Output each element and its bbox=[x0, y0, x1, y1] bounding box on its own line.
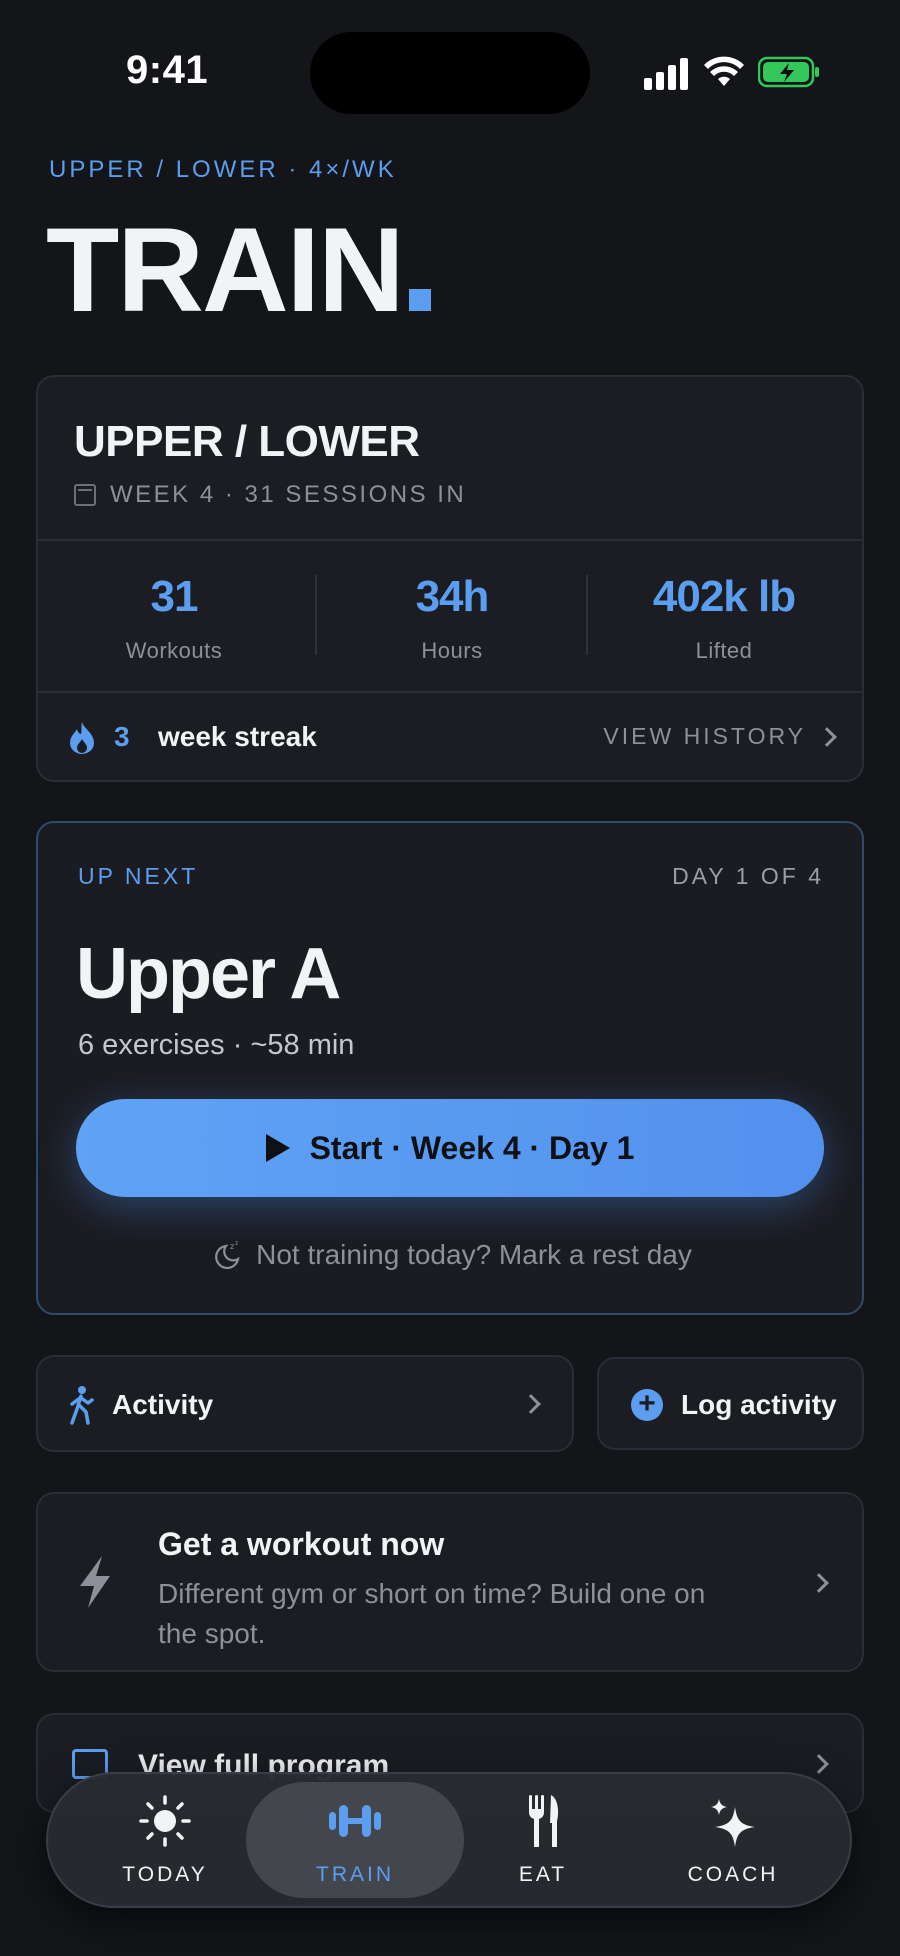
program-meta: WEEK 4 · 31 SESSIONS IN bbox=[74, 481, 466, 509]
program-name: UPPER / LOWER bbox=[74, 417, 420, 466]
cellular-signal-icon bbox=[644, 58, 688, 90]
stat-label: Workouts bbox=[125, 638, 223, 663]
day-progress: DAY 1 OF 4 bbox=[672, 863, 824, 889]
tab-label: TODAY bbox=[122, 1863, 208, 1886]
start-workout-button[interactable]: Start · Week 4 · Day 1 bbox=[76, 1099, 824, 1197]
view-history-label: VIEW HISTORY bbox=[603, 723, 806, 749]
calendar-icon bbox=[74, 484, 96, 506]
page-title: TRAIN bbox=[46, 210, 431, 330]
walking-person-icon bbox=[70, 1386, 94, 1425]
streak-label: week streak bbox=[158, 721, 317, 752]
streak-count: 3 bbox=[114, 721, 130, 752]
battery-charging-icon bbox=[758, 56, 819, 88]
tab-label: TRAIN bbox=[316, 1863, 394, 1886]
log-activity-label: Log activity bbox=[681, 1389, 837, 1420]
program-summary-card: UPPER / LOWER WEEK 4 · 31 SESSIONS IN 31… bbox=[36, 375, 864, 782]
stat-value: 31 bbox=[150, 572, 199, 621]
program-eyebrow: UPPER / LOWER · 4×/WK bbox=[49, 156, 397, 183]
stat-workouts: 31 Workouts bbox=[38, 572, 310, 664]
get-workout-description: Different gym or short on time? Build on… bbox=[158, 1578, 706, 1649]
play-icon bbox=[265, 1134, 290, 1162]
streak-row[interactable]: 3 week streak VIEW HISTORY bbox=[38, 693, 862, 780]
moon-sleep-icon: z z bbox=[215, 1240, 240, 1269]
start-workout-label: Start · Week 4 · Day 1 bbox=[309, 1129, 635, 1166]
plus-circle-icon: + bbox=[631, 1389, 663, 1421]
chevron-right-icon bbox=[809, 1754, 829, 1774]
program-meta-text: WEEK 4 · 31 SESSIONS IN bbox=[110, 481, 467, 508]
svg-text:z: z bbox=[235, 1240, 238, 1247]
tab-today[interactable]: TODAY bbox=[70, 1782, 260, 1898]
page-title-text: TRAIN bbox=[46, 203, 405, 337]
tab-coach[interactable]: COACH bbox=[638, 1782, 828, 1898]
stat-label: Hours bbox=[421, 638, 483, 663]
sun-icon bbox=[139, 1795, 191, 1847]
title-accent-dot bbox=[408, 289, 431, 311]
svg-text:z: z bbox=[230, 1242, 234, 1251]
get-workout-title: Get a workout now bbox=[158, 1526, 445, 1562]
mark-rest-day-label: Not training today? Mark a rest day bbox=[256, 1239, 692, 1270]
sparkle-icon bbox=[711, 1799, 755, 1847]
up-next-eyebrow: UP NEXT bbox=[78, 863, 199, 889]
tab-label: EAT bbox=[518, 1863, 568, 1886]
stat-lifted: 402k lb Lifted bbox=[588, 572, 860, 664]
status-time: 9:41 bbox=[126, 48, 209, 92]
log-activity-button[interactable]: + Log activity bbox=[597, 1357, 864, 1450]
stat-hours: 34h Hours bbox=[316, 572, 588, 664]
activity-label: Activity bbox=[112, 1389, 214, 1420]
tab-eat[interactable]: EAT bbox=[448, 1782, 638, 1898]
view-history-link[interactable]: VIEW HISTORY bbox=[603, 723, 837, 750]
dumbbell-icon bbox=[329, 1805, 381, 1837]
lightning-bolt-icon bbox=[80, 1556, 110, 1608]
fork-knife-icon bbox=[529, 1795, 559, 1847]
flame-icon bbox=[70, 722, 94, 754]
up-next-card: UP NEXT DAY 1 OF 4 Upper A 6 exercises ·… bbox=[36, 821, 864, 1315]
get-workout-now-card[interactable]: Get a workout now Different gym or short… bbox=[36, 1492, 864, 1672]
workout-meta: 6 exercises · ~58 min bbox=[78, 1029, 355, 1061]
stat-value: 402k lb bbox=[652, 572, 796, 621]
stat-value: 34h bbox=[415, 572, 490, 621]
bottom-tab-bar: TODAY TRAIN EAT COACH bbox=[46, 1772, 852, 1908]
wifi-icon bbox=[704, 56, 744, 86]
chevron-right-icon bbox=[809, 1573, 829, 1593]
activity-button[interactable]: Activity bbox=[36, 1355, 574, 1452]
chevron-right-icon bbox=[521, 1394, 541, 1414]
chevron-right-icon bbox=[817, 726, 837, 747]
tab-train[interactable]: TRAIN bbox=[246, 1782, 464, 1898]
mark-rest-day-link[interactable]: z z Not training today? Mark a rest day bbox=[38, 1239, 866, 1271]
workout-name: Upper A bbox=[76, 934, 341, 1014]
divider bbox=[38, 539, 862, 541]
dynamic-island bbox=[310, 32, 590, 114]
tab-label: COACH bbox=[687, 1863, 779, 1886]
stat-label: Lifted bbox=[695, 638, 753, 663]
